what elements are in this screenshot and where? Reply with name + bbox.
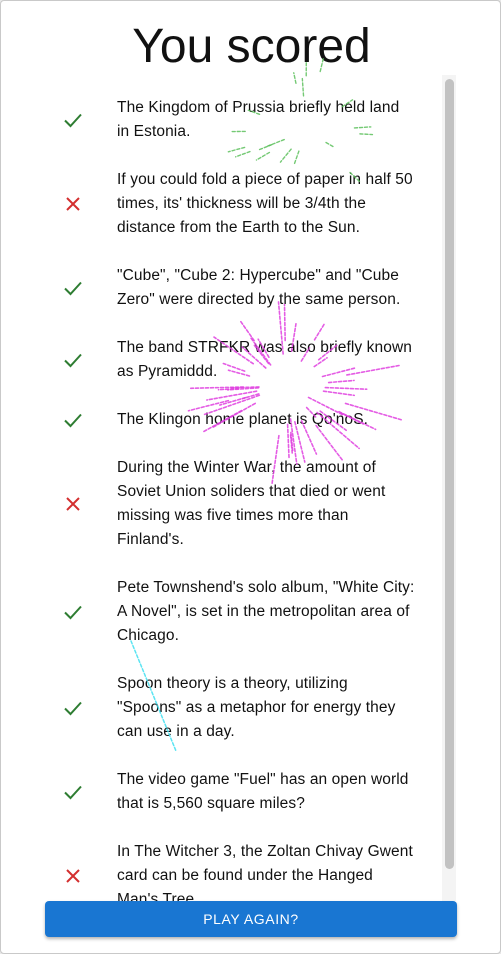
result-item: The Klingon home planet is Qo'noS.	[45, 408, 445, 432]
check-icon	[64, 785, 82, 800]
statement-line: If you could fold a piece of paper in ha…	[117, 171, 413, 188]
statement-line: The band STRFKR was also briefly known	[117, 339, 412, 356]
results-list[interactable]: The Kingdom of Prussia briefly held land…	[45, 75, 445, 901]
result-item: The video game "Fuel" has an open world t…	[45, 768, 445, 816]
check-icon	[64, 701, 82, 716]
results-screen: You scored The Kingdom of Prussia briefl…	[0, 0, 501, 954]
scrollbar-thumb[interactable]	[445, 79, 454, 869]
statement-line: Pete Townshend's solo album, "White City…	[117, 579, 415, 596]
check-icon	[64, 281, 82, 296]
statement-line: The Klingon home planet is Qo'noS.	[117, 411, 369, 428]
statement-line: missing was five times more than	[117, 507, 349, 524]
result-item: In The Witcher 3, the Zoltan Chivay Gwen…	[45, 840, 445, 901]
statement-line: times, its' thickness will be 3/4th the	[117, 195, 366, 212]
statement-line: The video game "Fuel" has an open world	[117, 771, 409, 788]
statement-line: In The Witcher 3, the Zoltan Chivay Gwen…	[117, 843, 413, 860]
statement-line: as Pyramiddd.	[117, 363, 218, 380]
result-statement: If you could fold a piece of paper in ha…	[117, 168, 437, 240]
cross-icon	[66, 869, 80, 883]
statement-line: A Novel", is set in the metropolitan are…	[117, 603, 410, 620]
statement-line: can use in a day.	[117, 723, 235, 740]
result-statement: Spoon theory is a theory, utilizing "Spoo…	[117, 672, 437, 744]
statement-line: that is 5,560 square miles?	[117, 795, 305, 812]
result-item: Pete Townshend's solo album, "White City…	[45, 576, 445, 648]
result-statement: The video game "Fuel" has an open world t…	[117, 768, 437, 816]
result-statement: During the Winter War, the amount of Sovi…	[117, 456, 437, 552]
statement-line: in Estonia.	[117, 123, 191, 140]
result-item: During the Winter War, the amount of Sovi…	[45, 456, 445, 552]
statement-line: Soviet Union soliders that died or went	[117, 483, 386, 500]
result-statement: "Cube", "Cube 2: Hypercube" and "Cube Zer…	[117, 264, 437, 312]
statement-line: "Cube", "Cube 2: Hypercube" and "Cube	[117, 267, 399, 284]
result-statement: The band STRFKR was also briefly known as…	[117, 336, 437, 384]
statement-line: "Spoons" as a metaphor for energy they	[117, 699, 396, 716]
result-item: If you could fold a piece of paper in ha…	[45, 168, 445, 240]
statement-line: Zero" were directed by the same person.	[117, 291, 401, 308]
check-icon	[64, 413, 82, 428]
statement-line: Spoon theory is a theory, utilizing	[117, 675, 348, 692]
statement-line: The Kingdom of Prussia briefly held land	[117, 99, 400, 116]
play-again-button[interactable]: PLAY AGAIN?	[45, 901, 457, 937]
statement-line: Man's Tree.	[117, 891, 199, 901]
statement-line: distance from the Earth to the Sun.	[117, 219, 361, 236]
result-statement: Pete Townshend's solo album, "White City…	[117, 576, 437, 648]
cross-icon	[66, 497, 80, 511]
check-icon	[64, 353, 82, 368]
result-item: The band STRFKR was also briefly known as…	[45, 336, 445, 384]
page-title: You scored	[132, 20, 371, 73]
cross-icon	[66, 197, 80, 211]
check-icon	[64, 605, 82, 620]
result-item: Spoon theory is a theory, utilizing "Spoo…	[45, 672, 445, 744]
result-statement: The Klingon home planet is Qo'noS.	[117, 408, 437, 432]
statement-line: During the Winter War, the amount of	[117, 459, 376, 476]
result-statement: The Kingdom of Prussia briefly held land…	[117, 96, 437, 144]
statement-line: Chicago.	[117, 627, 179, 644]
result-item: The Kingdom of Prussia briefly held land…	[45, 96, 445, 144]
statement-line: Finland's.	[117, 531, 184, 548]
statement-line: card can be found under the Hanged	[117, 867, 373, 884]
check-icon	[64, 113, 82, 128]
result-item: "Cube", "Cube 2: Hypercube" and "Cube Zer…	[45, 264, 445, 312]
result-statement: In The Witcher 3, the Zoltan Chivay Gwen…	[117, 840, 437, 901]
